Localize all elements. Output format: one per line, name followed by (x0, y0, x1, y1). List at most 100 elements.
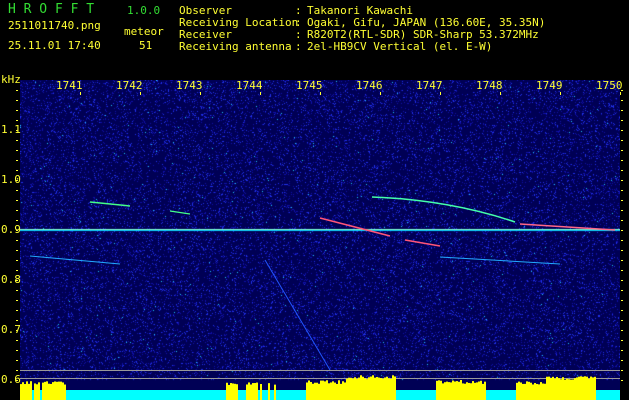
level-base (134, 390, 136, 400)
level-bar (340, 383, 342, 390)
level-base (610, 390, 612, 400)
level-base (102, 390, 104, 400)
level-bar (534, 383, 536, 390)
y-minor-tick-right (621, 250, 623, 251)
level-bar (448, 382, 450, 390)
y-minor-tick (16, 380, 18, 381)
level-bar (46, 381, 48, 390)
level-base (570, 390, 572, 400)
level-base (338, 390, 340, 400)
level-base (42, 390, 44, 400)
level-base (450, 390, 452, 400)
level-base (250, 390, 252, 400)
level-base (388, 390, 390, 400)
level-bar (570, 379, 572, 390)
level-base (92, 390, 94, 400)
level-base (186, 390, 188, 400)
level-base (588, 390, 590, 400)
level-bar (390, 378, 392, 390)
level-base (446, 390, 448, 400)
level-bar (332, 381, 334, 390)
level-bar (324, 381, 326, 390)
level-bar (344, 382, 346, 390)
level-base (88, 390, 90, 400)
y-minor-tick-right (621, 100, 623, 101)
level-base (194, 390, 196, 400)
level-bar (578, 376, 580, 390)
level-bar (466, 382, 468, 390)
level-bar (64, 384, 66, 390)
level-bar (446, 381, 448, 390)
x-tick-label: 1747 (416, 79, 443, 92)
level-base (496, 390, 498, 400)
level-bar (368, 377, 370, 390)
level-base (56, 390, 58, 400)
level-bar (256, 382, 258, 390)
level-base (236, 390, 238, 400)
level-base (538, 390, 540, 400)
level-base (266, 390, 268, 400)
x-tick-label: 1744 (236, 79, 263, 92)
level-base (270, 390, 272, 400)
level-bar (476, 382, 478, 390)
y-minor-tick-right (621, 210, 623, 211)
level-bar (552, 376, 554, 390)
level-bar (452, 380, 454, 390)
level-bar (586, 376, 588, 390)
level-base (390, 390, 392, 400)
level-base (222, 390, 224, 400)
level-base (240, 390, 242, 400)
level-base (20, 390, 22, 400)
level-base (548, 390, 550, 400)
level-base (324, 390, 326, 400)
level-base (480, 390, 482, 400)
level-base (464, 390, 466, 400)
level-bar (588, 378, 590, 390)
y-minor-tick-right (621, 380, 623, 381)
level-base (348, 390, 350, 400)
meteor-trace (439, 256, 561, 265)
y-minor-tick-right (621, 190, 623, 191)
level-bar (274, 384, 276, 390)
level-bar (572, 379, 574, 390)
level-base (258, 390, 260, 400)
level-base (444, 390, 446, 400)
level-bar (312, 383, 314, 390)
level-base (274, 390, 276, 400)
level-base (278, 390, 280, 400)
level-base (360, 390, 362, 400)
level-bar (306, 382, 308, 390)
level-base (602, 390, 604, 400)
level-base (386, 390, 388, 400)
level-bar (30, 381, 32, 390)
level-bar (482, 383, 484, 390)
level-bar (384, 377, 386, 390)
level-bar (386, 376, 388, 390)
x-tick (200, 92, 201, 95)
level-bar (560, 379, 562, 390)
level-base (486, 390, 488, 400)
level-base (90, 390, 92, 400)
x-tick (500, 92, 501, 95)
level-bar (392, 375, 394, 390)
level-base (316, 390, 318, 400)
level-base (428, 390, 430, 400)
level-base (556, 390, 558, 400)
level-base (212, 390, 214, 400)
level-base (280, 390, 282, 400)
level-base (202, 390, 204, 400)
level-base (22, 390, 24, 400)
level-bar (310, 381, 312, 390)
y-minor-tick-right (621, 160, 623, 161)
level-base (514, 390, 516, 400)
y-minor-tick (16, 330, 18, 331)
level-base (304, 390, 306, 400)
level-bar (388, 378, 390, 390)
level-base (358, 390, 360, 400)
level-base (426, 390, 428, 400)
level-base (198, 390, 200, 400)
level-base (364, 390, 366, 400)
level-base (430, 390, 432, 400)
level-base (294, 390, 296, 400)
level-base (68, 390, 70, 400)
